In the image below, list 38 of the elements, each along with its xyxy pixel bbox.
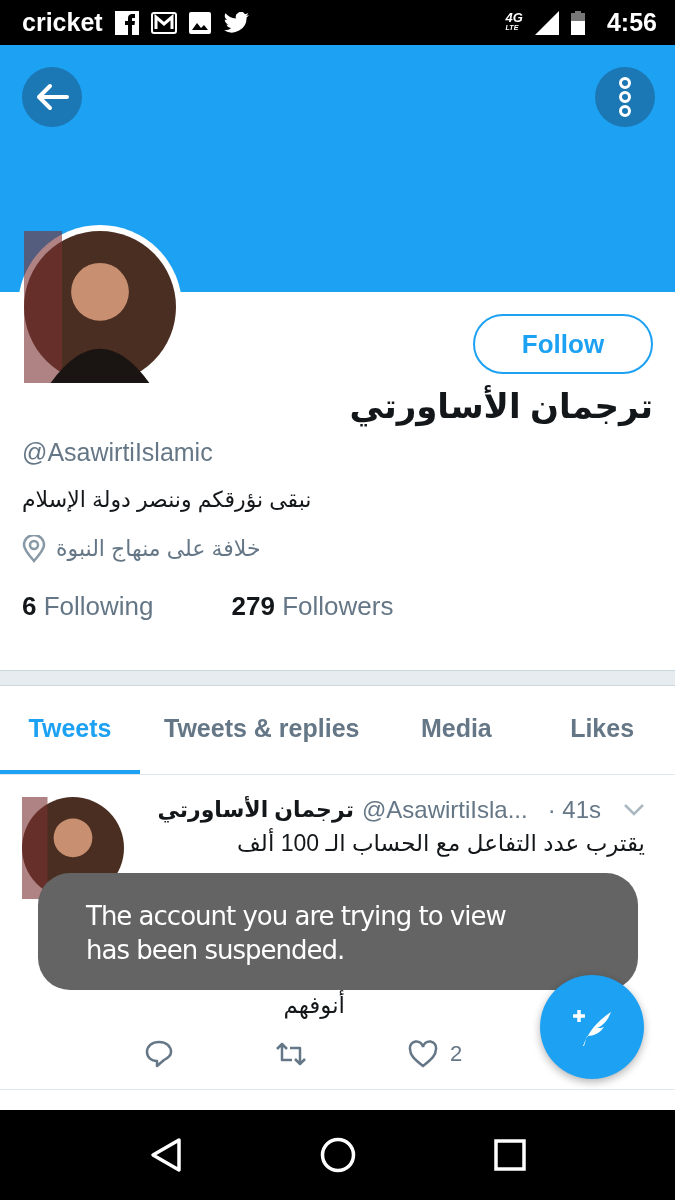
profile-bio: نبقى نؤرقكم وننصر دولة الإسلام — [22, 487, 312, 513]
location-pin-icon — [22, 535, 46, 563]
back-button[interactable] — [22, 67, 82, 127]
following-count[interactable]: 6 Following — [22, 591, 154, 622]
bird-icon — [222, 11, 249, 34]
profile-tab[interactable]: Media — [383, 686, 530, 774]
follow-button[interactable]: Follow — [473, 314, 653, 374]
home-nav-icon[interactable] — [320, 1137, 357, 1173]
retweet-icon[interactable] — [274, 1040, 308, 1068]
profile-name: ترجمان الأساورتي — [348, 386, 653, 426]
like-count: 2 — [450, 1041, 463, 1067]
profile-tab[interactable]: Tweets — [0, 686, 140, 774]
more-options-button[interactable] — [595, 67, 655, 127]
signal-icon — [534, 10, 559, 35]
profile-tab[interactable]: Tweets & replies — [140, 686, 384, 774]
tweet-time: · 41s — [547, 797, 601, 823]
more-options-icon[interactable] — [617, 77, 633, 117]
recents-nav-icon[interactable] — [494, 1139, 527, 1171]
carrier-name: cricket — [22, 8, 103, 37]
compose-tweet-button[interactable] — [540, 975, 644, 1079]
battery-icon — [570, 10, 585, 35]
tweet-text: يقترب عدد التفاعل مع الحساب الـ 100 ألف — [237, 829, 645, 857]
profile-tab[interactable]: Likes — [529, 686, 675, 774]
clock: 4:56 — [606, 8, 657, 37]
tweet-author-name: ترجمان الأساورتي — [157, 797, 354, 823]
heart-icon[interactable] — [408, 1040, 438, 1068]
back-arrow-icon[interactable] — [35, 83, 69, 111]
tweet-author-handle: @AsawirtiIsla... — [361, 797, 528, 823]
reply-icon[interactable] — [144, 1039, 174, 1069]
suspended-toast: The account you are trying to view has been suspended. — [38, 873, 638, 990]
tweet-text: أنوفهم — [283, 991, 345, 1019]
profile-location: خلافة على منهاج النبوة — [56, 536, 261, 562]
back-nav-icon[interactable] — [148, 1137, 183, 1173]
mail-icon — [150, 11, 177, 34]
image-icon — [188, 11, 211, 34]
profile-handle: @AsawirtiIslamic — [22, 438, 214, 467]
followers-count[interactable]: 279 Followers — [231, 591, 394, 622]
facebook-icon — [114, 10, 139, 35]
